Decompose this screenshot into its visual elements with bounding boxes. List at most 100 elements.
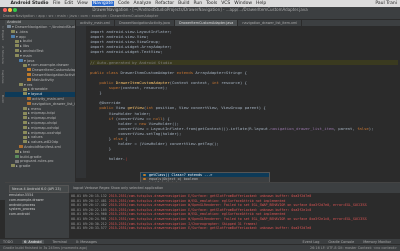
tree-item-label: ▸ mipmap-xhdpi — [28, 120, 57, 125]
log-timestamp: 08-01 09:20:24.961 — [71, 216, 107, 221]
tree-item-label: DrawerItemCustomAdapter — [32, 68, 76, 73]
file-icon — [23, 111, 27, 115]
menu-item-analyze[interactable]: Analyze — [134, 1, 152, 6]
log-message: 2515-2551/com.tutsplus.drawernavigation … — [108, 212, 286, 217]
code-token: holder. — [90, 156, 126, 162]
zoom-window-button[interactable] — [13, 8, 17, 12]
file-icon — [15, 154, 19, 158]
file-icon — [23, 116, 27, 120]
log-message: 2515-2551/com.tutsplus.drawernavigation … — [108, 221, 258, 226]
tree-item-label: AndroidManifest.xml — [24, 144, 61, 149]
menu-item-file[interactable]: File — [53, 1, 61, 6]
tree-item-label: ▸ build — [20, 39, 32, 44]
tree-item-label: ▾ main — [20, 53, 32, 58]
file-icon — [23, 63, 27, 67]
menu-item-run[interactable]: Run — [193, 1, 202, 6]
code-token: // Auto-generated by Android Studio — [90, 59, 172, 65]
file-icon — [23, 92, 27, 96]
tree-item-label: ▸ test — [20, 149, 30, 154]
status-message: Gradle build finished in 3s 245ms (momen… — [3, 246, 88, 250]
code-token: } — [90, 146, 112, 152]
user-name[interactable]: Paul Trani — [375, 0, 397, 7]
device-selector[interactable]: Nexus 4 Android 6.0 (API 23) — [9, 185, 69, 193]
tree-item-label: ▸ gradle — [16, 164, 31, 169]
log-timestamp: 08-01 09:20:17.481 — [71, 198, 107, 203]
process-item[interactable]: com.android — [5, 212, 69, 217]
log-timestamp: 08-01 09:20:15.132 — [71, 194, 107, 198]
tree-item-label: ▾ DrawerNavigation ~/AndroidStudioProjec… — [12, 25, 75, 29]
menu-item-tools[interactable]: Tools — [206, 1, 217, 6]
tree-item-label: ▸ mipmap-xxxhdpi — [28, 130, 62, 135]
log-message: 2515-2551/com.tutsplus.drawernavigation … — [108, 226, 312, 231]
log-timestamp: 08-01 09:20:33.577 — [71, 226, 107, 231]
tree-item-label: MainActivity — [32, 77, 55, 82]
tree-item[interactable]: ▸ gradle — [5, 164, 75, 169]
close-window-button[interactable] — [3, 8, 7, 12]
tree-item-label: ▾ com.example.drawer — [28, 63, 69, 68]
code-editor[interactable]: import android.view.LayoutInflater; impor… — [76, 26, 400, 178]
file-icon — [15, 150, 19, 154]
breadcrumb[interactable]: DrawerNavigation › app › src › main › ja… — [3, 14, 158, 18]
android-monitor-header: Nexus 4 Android 6.0 (API 23) logcat Verb… — [5, 183, 400, 193]
file-icon — [27, 73, 31, 77]
code-token: (context, resource); — [120, 85, 168, 91]
log-timestamp: 08-01 09:20:22.105 — [71, 207, 107, 212]
project-panel: Android ▾ DrawerNavigation ~/AndroidStud… — [5, 20, 76, 182]
tree-item-label: proguard-rules.pro — [20, 159, 54, 164]
tree-item-label: build.gradle — [20, 154, 42, 159]
tree-item-label: activity_main.xml — [32, 96, 64, 101]
code-token: position, View convertView, ViewGroup pa… — [155, 105, 266, 111]
code-token: import android.widget.TextView; — [90, 49, 163, 55]
code-token: ); — [368, 125, 374, 131]
menu-item-refactor[interactable]: Refactor — [155, 1, 174, 6]
file-icon — [23, 130, 27, 134]
code-area[interactable]: import android.view.LayoutInflater; impor… — [90, 29, 398, 177]
file-icon — [15, 159, 19, 163]
tree-item-label: DrawerNavigationActivity — [32, 72, 76, 77]
logcat-toolbar[interactable]: logcat Verbose Regex Show only selected … — [73, 185, 163, 191]
log-message: 2515-2551/com.tutsplus.drawernavigation … — [108, 203, 367, 208]
file-icon — [23, 106, 27, 110]
tree-item-label: ▾ layout — [28, 92, 43, 97]
menu-item-build[interactable]: Build — [178, 1, 189, 6]
menu-item-vcs[interactable]: VCS — [221, 1, 230, 6]
code-token: ArrayAdapter<String> { — [195, 69, 247, 75]
app-menu[interactable]: Android Studio — [10, 1, 48, 6]
menu-item-window[interactable]: Window — [234, 1, 252, 6]
file-icon — [23, 126, 27, 130]
log-timestamp: 08-01 09:20:24.960 — [71, 212, 107, 217]
minimize-window-button[interactable] — [8, 8, 12, 12]
code-token: false — [357, 125, 369, 131]
file-icon — [27, 78, 31, 82]
tree-item-label: navigation_drawer_list_item.xml — [32, 101, 75, 106]
tree-item-label: ▸ mipmap-hdpi — [28, 111, 55, 116]
tree-item-label: ▸ mipmap-xxhdpi — [28, 125, 60, 130]
logcat-output[interactable]: 08-01 09:20:15.132 2515-2551/com.tutsplu… — [71, 194, 399, 238]
menu-item-view[interactable]: View — [77, 1, 88, 6]
code-token: resource) { — [221, 79, 247, 85]
tree-item-label: ▾ java — [24, 58, 35, 63]
code-token: navigation_drawer_list_item — [270, 125, 334, 131]
menu-item-help[interactable]: Help — [256, 1, 266, 6]
code-token: public class — [90, 69, 121, 75]
menu-item-edit[interactable]: Edit — [64, 1, 73, 6]
log-message: 2515-2551/com.tutsplus.drawernavigation … — [108, 198, 286, 203]
file-icon — [23, 140, 27, 144]
tree-item-label: ▸ drawable — [28, 87, 48, 92]
tree-item-label: ▸ androidTest — [20, 48, 44, 53]
log-timestamp: 08-01 09:20:17.482 — [71, 203, 107, 208]
code-token: (Context context, — [169, 79, 212, 85]
caret-position[interactable]: 26:16 LF: UTF-8 Git: master Context: <no… — [310, 245, 397, 251]
tree-item-label: ▾ app — [16, 34, 26, 39]
file-icon — [23, 87, 27, 91]
file-icon — [11, 30, 15, 34]
line-gutter[interactable] — [76, 26, 86, 178]
tree-item-label: ▾ res — [24, 82, 33, 87]
tree-item-label: ▸ values-w820dp — [28, 140, 59, 145]
menu-item-code[interactable]: Code — [118, 1, 130, 6]
log-line[interactable]: 08-01 09:20:33.577 2515-2551/com.tutsplu… — [71, 226, 399, 231]
menu-item-navigate[interactable]: Navigate — [91, 1, 114, 6]
file-icon — [19, 145, 23, 149]
tree-item-label: ▸ values — [28, 135, 43, 140]
project-tree: ▾ DrawerNavigation ~/AndroidStudioProjec… — [5, 25, 75, 169]
